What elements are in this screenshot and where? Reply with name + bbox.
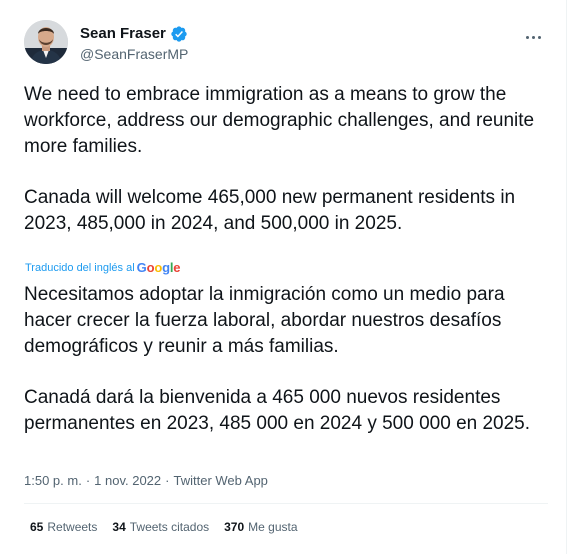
- retweets-count: 65: [30, 520, 44, 534]
- name-row: Sean Fraser: [80, 24, 380, 44]
- more-options-button[interactable]: [518, 25, 548, 49]
- more-dots-icon: [531, 35, 535, 39]
- avatar[interactable]: [24, 20, 68, 64]
- tweet-header: Sean Fraser @SeanFraserMP: [24, 20, 548, 70]
- tweet-source[interactable]: Twitter Web App: [173, 472, 267, 489]
- more-dots-icon: [537, 35, 541, 39]
- quote-tweets-count: 34: [112, 520, 126, 534]
- quote-tweets-label: Tweets citados: [129, 520, 210, 534]
- likes-stat[interactable]: 370 Me gusta: [224, 519, 297, 536]
- author-info: Sean Fraser @SeanFraserMP: [80, 24, 380, 64]
- tweet-text: We need to embrace immigration as a mean…: [24, 82, 548, 237]
- retweets-stat[interactable]: 65 Retweets: [30, 519, 97, 536]
- tweet-card: Sean Fraser @SeanFraserMP We need to emb…: [0, 0, 567, 554]
- translated-paragraph: Necesitamos adoptar la inmigración como …: [24, 284, 505, 357]
- author-handle[interactable]: @SeanFraserMP: [80, 44, 380, 64]
- tweet-paragraph: Canada will welcome 465,000 new permanen…: [24, 187, 516, 234]
- translation-attribution[interactable]: Traducido del inglés al Google: [25, 258, 180, 278]
- google-logo: Google: [136, 260, 181, 275]
- author-display-name[interactable]: Sean Fraser: [80, 24, 166, 44]
- translated-paragraph: Canadá dará la bienvenida a 465 000 nuev…: [24, 387, 531, 434]
- divider: [24, 503, 548, 504]
- quote-tweets-stat[interactable]: 34 Tweets citados: [112, 519, 209, 536]
- meta-separator: ·: [85, 473, 91, 488]
- verified-badge-icon: [170, 25, 188, 43]
- translation-label[interactable]: Traducido del inglés al: [25, 261, 135, 275]
- retweets-label: Retweets: [47, 520, 98, 534]
- tweet-paragraph: We need to embrace immigration as a mean…: [24, 84, 535, 157]
- likes-count: 370: [224, 520, 245, 534]
- likes-label: Me gusta: [248, 520, 298, 534]
- tweet-date[interactable]: 1 nov. 2022: [94, 472, 161, 489]
- engagement-stats: 65 Retweets 34 Tweets citados 370 Me gus…: [30, 519, 298, 536]
- tweet-meta: 1:50 p. m. · 1 nov. 2022 · Twitter Web A…: [24, 472, 268, 489]
- meta-separator: ·: [165, 473, 170, 488]
- translated-text: Necesitamos adoptar la inmigración como …: [24, 282, 548, 437]
- tweet-time[interactable]: 1:50 p. m.: [24, 472, 82, 489]
- more-dots-icon: [525, 35, 529, 39]
- avatar-photo: [24, 20, 68, 64]
